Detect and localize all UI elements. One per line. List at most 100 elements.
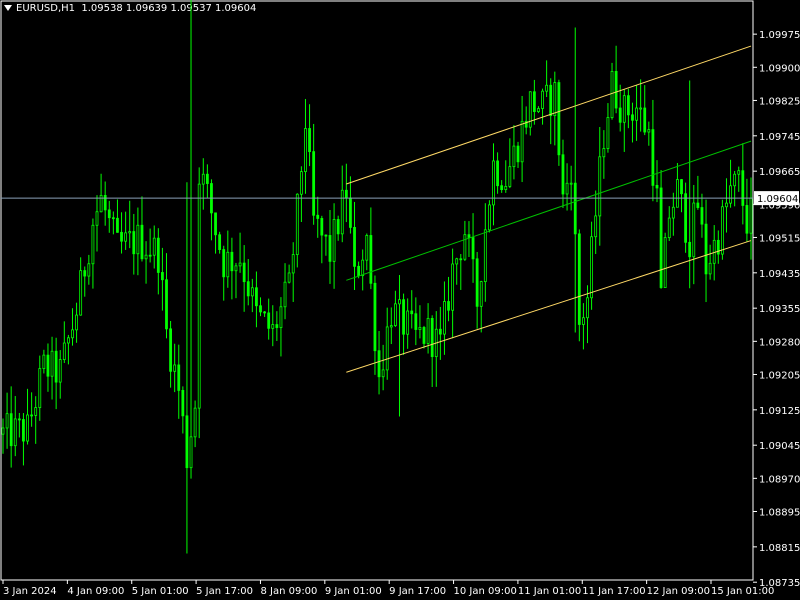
candle-body (749, 197, 753, 234)
candle-body (459, 258, 463, 261)
candle-body (545, 84, 549, 92)
candle-body (156, 237, 160, 273)
candle-body (447, 301, 450, 311)
candle-body (275, 324, 279, 328)
y-tick-label: 1.08895 (759, 507, 800, 518)
candle-body (475, 258, 479, 307)
candle-body (95, 211, 99, 226)
y-tick-label: 1.09125 (759, 406, 800, 417)
candle-body (349, 197, 352, 228)
y-tick-label: 1.09900 (759, 63, 800, 74)
candle-body (716, 239, 720, 255)
candle-body (340, 189, 344, 235)
candle-body (361, 259, 365, 277)
candle-body (332, 219, 336, 262)
x-tick-label: 15 Jan 01:00 (711, 586, 774, 597)
candle-body (414, 313, 418, 330)
candle-body (316, 214, 320, 219)
candle-body (626, 95, 630, 116)
candle-body (299, 171, 303, 195)
candle-body (197, 183, 201, 409)
candle-body (582, 317, 585, 325)
candle-body (573, 182, 577, 235)
candle-body (443, 301, 446, 335)
candle-body (173, 364, 177, 372)
candle-body (246, 281, 250, 297)
x-tick-label: 12 Jan 09:00 (647, 586, 710, 597)
candle-body (430, 318, 434, 358)
candle-body (185, 415, 189, 469)
candle-body (398, 299, 401, 305)
candle-body (504, 186, 508, 191)
candle-body (148, 254, 152, 257)
candle-body (165, 279, 168, 330)
candle-body (467, 234, 471, 238)
candle-body (226, 251, 230, 278)
channel-middle-line (346, 140, 752, 281)
candle-body (324, 234, 328, 237)
candle-body (406, 310, 410, 335)
candle-body (26, 414, 29, 442)
candle-body (259, 305, 262, 313)
candle-body (344, 189, 348, 199)
candle-body (120, 231, 123, 242)
candle-body (22, 419, 25, 442)
candle-body (586, 297, 589, 319)
candle-body (643, 107, 647, 133)
candle-body (328, 235, 332, 262)
candle-body (295, 193, 299, 255)
candle-body (463, 234, 467, 260)
y-tick-label: 1.09825 (759, 96, 800, 107)
candle-body (42, 354, 46, 369)
candle-body (733, 173, 737, 187)
candle-body (132, 231, 136, 255)
candle-body (267, 312, 271, 329)
candle-body (537, 108, 540, 112)
candle-body (520, 120, 524, 163)
channel-upper-line (346, 45, 752, 185)
candle-body (263, 311, 266, 314)
channel-lower-line (346, 240, 752, 373)
candle-body (618, 107, 622, 123)
candle-body (30, 414, 34, 417)
candlestick-chart[interactable]: 1.09975 1.09900 1.09825 1.09745 1.09665 1.095… (0, 0, 800, 600)
candle-body (87, 263, 91, 277)
candle-body (676, 179, 679, 208)
candle-body (741, 170, 745, 206)
candle-body (238, 262, 242, 267)
candle-body (116, 217, 119, 233)
candle-body (13, 418, 17, 447)
candle-body (152, 237, 156, 256)
candle-body (242, 262, 246, 283)
candle-body (79, 270, 83, 316)
candle-body (177, 364, 181, 391)
candle-body (614, 71, 618, 109)
candle-body (54, 350, 58, 383)
candle-body (1, 427, 5, 435)
x-tick-label: 10 Jan 09:00 (454, 586, 517, 597)
candle-body (479, 281, 483, 307)
candle-body (647, 129, 651, 133)
y-tick-label: 1.09515 (759, 233, 800, 244)
candle-body (17, 418, 21, 421)
candle-body (201, 173, 205, 185)
y-tick-label: 1.08970 (759, 474, 800, 485)
candle-body (365, 235, 369, 261)
candle-body (508, 166, 512, 187)
candle-body (708, 262, 712, 275)
candle-body (418, 327, 422, 330)
candle-body (729, 185, 732, 204)
x-tick-label: 9 Jan 17:00 (389, 586, 446, 597)
candle-body (62, 342, 66, 360)
x-tick-label: 5 Jan 01:00 (132, 586, 189, 597)
candle-body (189, 436, 193, 469)
candle-body (287, 272, 291, 283)
candle-body (663, 237, 667, 288)
candle-body (426, 318, 430, 344)
candle-body (336, 219, 340, 235)
candle-body (75, 314, 78, 331)
candle-body (680, 179, 683, 195)
y-tick-label: 1.09280 (759, 337, 800, 348)
candle-body (512, 145, 516, 168)
candle-body (304, 128, 307, 172)
